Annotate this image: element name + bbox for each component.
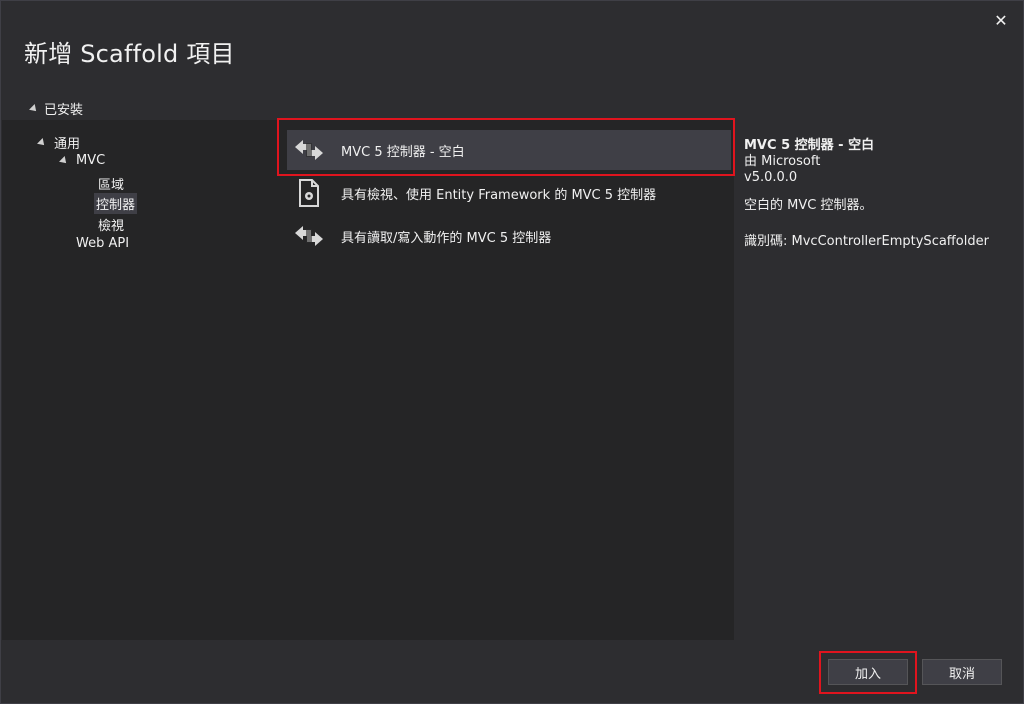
- tree-item-controllers[interactable]: 控制器: [94, 193, 138, 214]
- tree-item-areas[interactable]: 區域: [96, 173, 126, 194]
- collapse-triangle-icon[interactable]: [59, 155, 69, 166]
- tree-node-label: MVC: [76, 153, 106, 168]
- cancel-button[interactable]: 取消: [922, 659, 1002, 685]
- document-gear-icon: [287, 175, 331, 211]
- details-identifier: 識別碼: MvcControllerEmptyScaffolder: [744, 234, 989, 249]
- tree-node-installed[interactable]: 已安裝: [29, 99, 84, 118]
- details-author: 由 Microsoft: [744, 154, 821, 169]
- tree-item-views[interactable]: 檢視: [96, 214, 126, 235]
- tree-node-label: 已安裝: [44, 103, 84, 118]
- details-title: MVC 5 控制器 - 空白: [744, 138, 875, 153]
- close-icon[interactable]: ✕: [990, 10, 1012, 32]
- selected-template-highlight: [277, 118, 735, 176]
- template-item-label: 具有檢視、使用 Entity Framework 的 MVC 5 控制器: [341, 187, 657, 203]
- dialog-title: 新增 Scaffold 項目: [24, 40, 235, 68]
- template-item-mvc5-ef[interactable]: 具有檢視、使用 Entity Framework 的 MVC 5 控制器: [287, 173, 731, 213]
- tree-node-general[interactable]: 通用: [37, 133, 81, 152]
- template-details: MVC 5 控制器 - 空白 由 Microsoft v5.0.0.0 空白的 …: [744, 138, 1014, 250]
- controller-icon: [287, 218, 331, 254]
- details-version: v5.0.0.0: [744, 170, 798, 185]
- add-button-highlight: [819, 651, 917, 694]
- tree-item-webapi[interactable]: Web API: [74, 235, 131, 252]
- collapse-triangle-icon[interactable]: [29, 103, 39, 114]
- tree-node-label: 通用: [54, 137, 81, 152]
- template-item-mvc5-readwrite[interactable]: 具有讀取/寫入動作的 MVC 5 控制器: [287, 216, 731, 256]
- collapse-triangle-icon[interactable]: [37, 137, 47, 148]
- template-item-label: 具有讀取/寫入動作的 MVC 5 控制器: [341, 230, 552, 246]
- details-description: 空白的 MVC 控制器。: [744, 198, 873, 213]
- tree-node-mvc[interactable]: MVC: [59, 153, 106, 168]
- category-tree-panel: [2, 120, 284, 640]
